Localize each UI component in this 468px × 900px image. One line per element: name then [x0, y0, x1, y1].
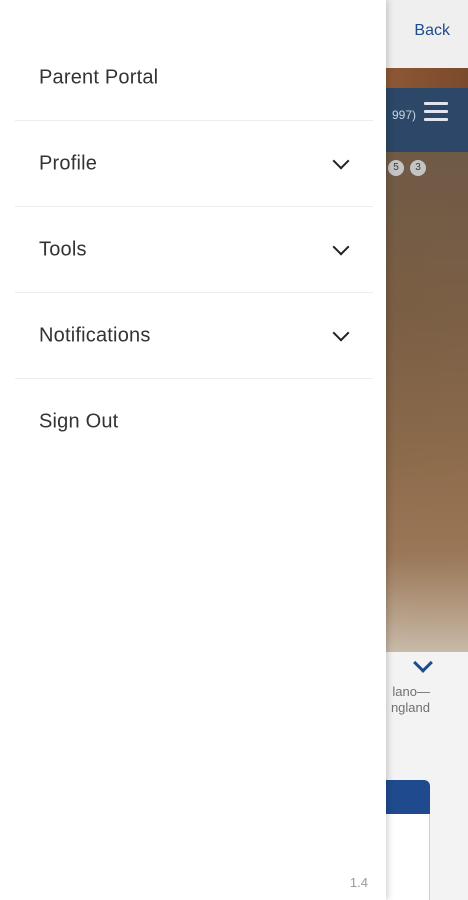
back-button[interactable]: Back	[414, 22, 450, 40]
bell-badge[interactable]: 5	[388, 160, 404, 176]
menu-item-label: Tools	[39, 238, 87, 260]
menu-item-notifications[interactable]: Notifications	[15, 293, 373, 379]
hamburger-menu-icon[interactable]	[424, 102, 448, 122]
menu-item-profile[interactable]: Profile	[15, 121, 373, 207]
app-version: 1.4	[349, 875, 368, 890]
menu-item-sign-out[interactable]: Sign Out	[15, 379, 373, 465]
menu-item-parent-portal[interactable]: Parent Portal	[15, 35, 373, 121]
menu-item-label: Profile	[39, 152, 98, 174]
header-text: 997)	[391, 108, 416, 122]
menu-item-tools[interactable]: Tools	[15, 207, 373, 293]
menu-item-label: Notifications	[39, 324, 151, 346]
chevron-down-icon[interactable]	[332, 324, 350, 341]
navigation-drawer: Parent Portal Profile Tools Notification…	[0, 0, 386, 900]
chevron-down-icon[interactable]	[332, 152, 350, 169]
caption-line: ngland	[390, 700, 430, 715]
artwork-caption: lano— ngland	[391, 684, 430, 716]
notification-badges: 5 3	[388, 160, 438, 190]
chevron-down-icon[interactable]	[332, 238, 350, 255]
menu-item-label: Parent Portal	[39, 66, 159, 88]
mail-badge[interactable]: 3	[410, 160, 426, 176]
menu-item-label: Sign Out	[39, 410, 119, 433]
caption-line: lano—	[392, 684, 430, 699]
